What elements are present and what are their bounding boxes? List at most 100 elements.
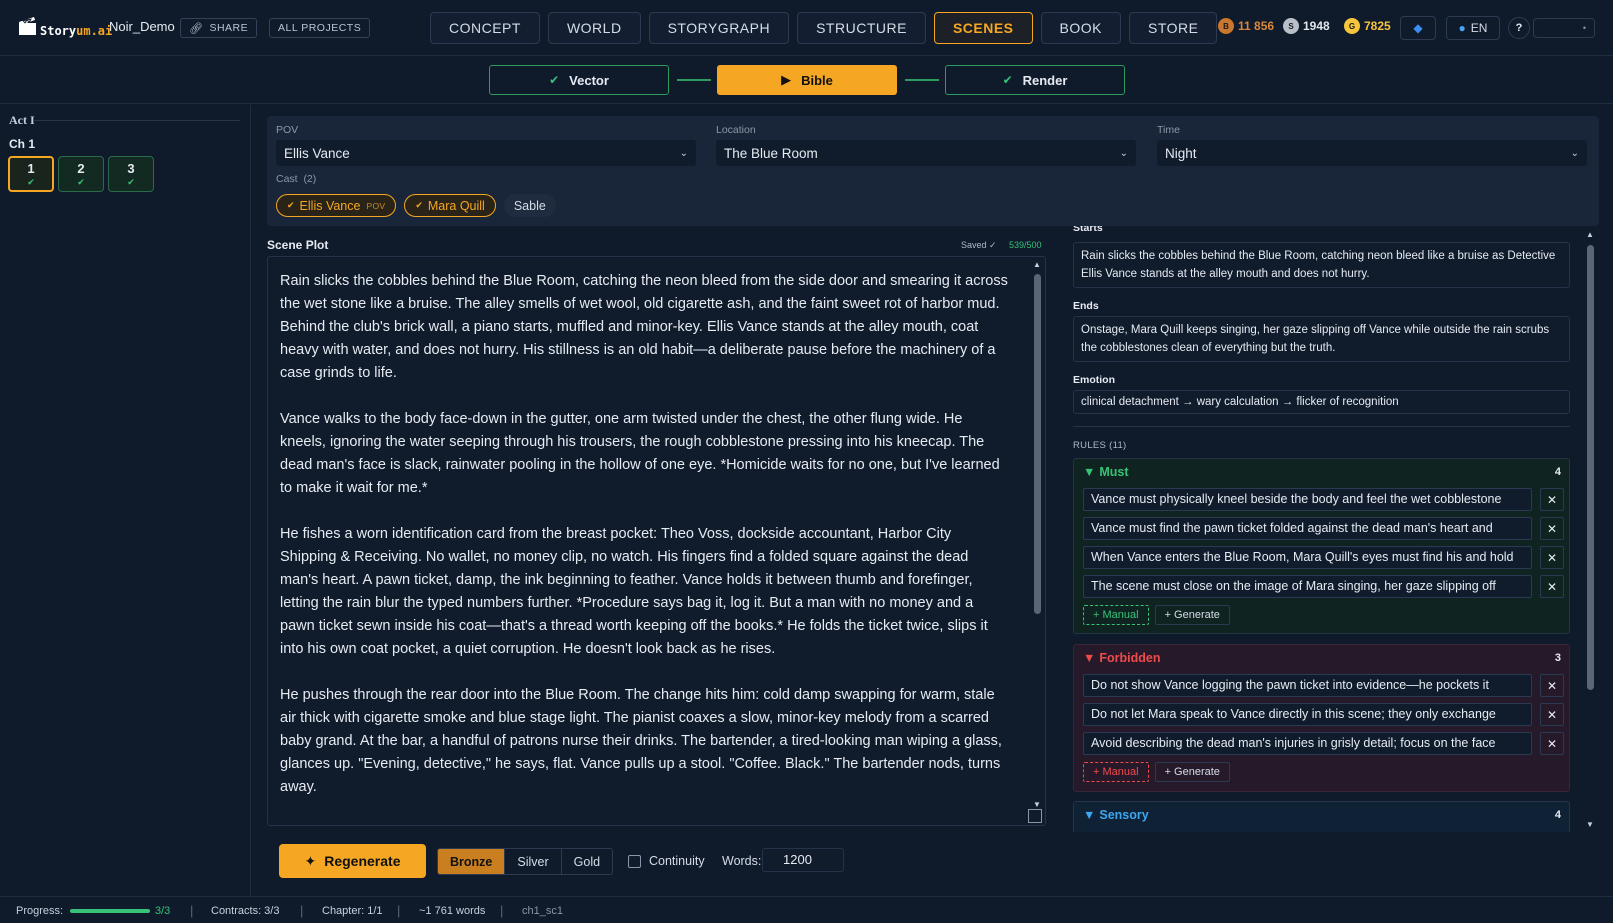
remove-rule-button[interactable]: ✕ xyxy=(1540,703,1564,726)
regenerate-label: Regenerate xyxy=(324,853,401,869)
logo[interactable]: Storyum.ai xyxy=(18,14,112,38)
silver-coin-icon: S xyxy=(1283,18,1299,34)
remove-rule-button[interactable]: ✕ xyxy=(1540,575,1564,598)
cast-chip-mara-quill[interactable]: ✔ Mara Quill xyxy=(404,194,496,217)
rule-input[interactable]: Do not let Mara speak to Vance directly … xyxy=(1083,703,1532,726)
starts-textarea[interactable]: Rain slicks the cobbles behind the Blue … xyxy=(1073,242,1570,288)
regenerate-button[interactable]: ✦ Regenerate xyxy=(279,844,426,878)
bronze-coin-icon: B xyxy=(1218,18,1234,34)
premium-button[interactable]: ◆ xyxy=(1400,16,1436,40)
rule-row: Do not let Mara speak to Vance directly … xyxy=(1083,703,1567,726)
scroll-thumb[interactable] xyxy=(1586,245,1594,690)
scene-plot-text[interactable]: Rain slicks the cobbles behind the Blue … xyxy=(280,270,1010,822)
rule-input[interactable]: When Vance enters the Blue Room, Mara Qu… xyxy=(1083,546,1532,569)
check-icon: ✔ xyxy=(415,200,423,210)
add-manual-rule-button[interactable]: + Manual xyxy=(1083,605,1149,625)
progress-value: 3/3 xyxy=(155,905,171,917)
rules-group-actions: + Manual + Generate xyxy=(1083,762,1230,782)
rules-group-toggle[interactable]: ▼ Sensory xyxy=(1083,808,1149,822)
check-icon: ✔ xyxy=(77,177,85,187)
cast-list: ✔ Ellis Vance POV ✔ Mara Quill Sable xyxy=(276,194,556,217)
pov-select[interactable]: Ellis Vance ⌄ xyxy=(276,140,696,166)
pipeline-step-bible[interactable]: ▶ Bible xyxy=(717,65,897,95)
tab-structure[interactable]: STRUCTURE xyxy=(797,12,926,44)
time-select[interactable]: Night ⌄ xyxy=(1157,140,1587,166)
bible-panel-scrollbar[interactable]: ▲ ▼ xyxy=(1584,230,1596,830)
add-manual-rule-button[interactable]: + Manual xyxy=(1083,762,1149,782)
rule-input[interactable]: The scene must close on the image of Mar… xyxy=(1083,575,1532,598)
pipeline-bar: ✔ Vector ▶ Bible ✔ Render xyxy=(0,57,1613,104)
pipeline-step-render[interactable]: ✔ Render xyxy=(945,65,1125,95)
rules-group-toggle[interactable]: ▼ Forbidden xyxy=(1083,651,1160,665)
cast-label: Cast (2) xyxy=(276,173,317,185)
cast-name: Ellis Vance xyxy=(299,198,361,213)
scene-plot-scrollbar[interactable]: ▲ ▼ xyxy=(1032,260,1042,810)
share-label: SHARE xyxy=(209,22,249,34)
rule-input[interactable]: Vance must physically kneel beside the b… xyxy=(1083,488,1532,511)
scroll-up-icon[interactable]: ▲ xyxy=(1032,260,1042,270)
plot-paragraph: He pushes through the rear door into the… xyxy=(280,687,1002,795)
location-select[interactable]: The Blue Room ⌄ xyxy=(716,140,1136,166)
scene-item-1[interactable]: 1 ✔ xyxy=(8,156,54,192)
cast-chip-ellis-vance[interactable]: ✔ Ellis Vance POV xyxy=(276,194,397,217)
rules-group-count: 4 xyxy=(1554,809,1561,821)
divider xyxy=(34,120,240,121)
rule-input[interactable]: Avoid describing the dead man's injuries… xyxy=(1083,732,1532,755)
tab-storygraph[interactable]: STORYGRAPH xyxy=(648,12,790,44)
check-icon: ✔ xyxy=(1002,73,1013,87)
tab-scenes[interactable]: SCENES xyxy=(933,12,1033,44)
remove-rule-button[interactable]: ✕ xyxy=(1540,488,1564,511)
tier-bronze[interactable]: Bronze xyxy=(438,849,506,874)
rules-group-count: 3 xyxy=(1554,652,1561,664)
tab-concept[interactable]: CONCEPT xyxy=(430,12,540,44)
rules-group-forbidden: ▼ Forbidden 3 Do not show Vance logging … xyxy=(1073,644,1570,792)
all-projects-button[interactable]: ALL PROJECTS xyxy=(269,18,371,38)
location-label: Location xyxy=(716,124,756,136)
scroll-up-icon[interactable]: ▲ xyxy=(1584,230,1596,240)
time-label: Time xyxy=(1157,124,1180,136)
chevron-down-icon: ⌄ xyxy=(1570,147,1579,159)
generate-rule-button[interactable]: + Generate xyxy=(1154,605,1230,625)
scene-item-3[interactable]: 3 ✔ xyxy=(108,156,154,192)
user-menu-button[interactable]: • xyxy=(1533,18,1595,38)
scroll-thumb[interactable] xyxy=(1033,274,1041,614)
help-button[interactable]: ? xyxy=(1508,17,1530,39)
pov-badge: POV xyxy=(366,200,386,211)
share-button[interactable]: 🔗︎ SHARE xyxy=(180,18,258,38)
caret-down-icon: ▼ xyxy=(1083,465,1096,479)
language-button[interactable]: ● EN xyxy=(1446,16,1500,40)
continuity-checkbox[interactable] xyxy=(628,855,641,868)
remove-rule-button[interactable]: ✕ xyxy=(1540,517,1564,540)
tier-silver[interactable]: Silver xyxy=(505,849,562,874)
rules-group-toggle[interactable]: ▼ Must xyxy=(1083,465,1129,479)
chevron-down-icon: ⌄ xyxy=(679,147,688,159)
cast-chip-sable[interactable]: Sable xyxy=(503,194,556,217)
remove-rule-button[interactable]: ✕ xyxy=(1540,546,1564,569)
generate-rule-button[interactable]: + Generate xyxy=(1154,762,1230,782)
emotion-input[interactable]: clinical detachment → wary calculation →… xyxy=(1073,390,1570,414)
rule-input[interactable]: Vance must find the pawn ticket folded a… xyxy=(1083,517,1532,540)
scene-id: ch1_sc1 xyxy=(522,905,563,917)
rule-input[interactable]: Do not show Vance logging the pawn ticke… xyxy=(1083,674,1532,697)
tab-store[interactable]: STORE xyxy=(1128,12,1218,44)
remove-rule-button[interactable]: ✕ xyxy=(1540,674,1564,697)
pov-value: Ellis Vance xyxy=(284,145,350,161)
remove-rule-button[interactable]: ✕ xyxy=(1540,732,1564,755)
ends-label: Ends xyxy=(1073,300,1099,312)
resize-handle-icon[interactable] xyxy=(1028,809,1042,823)
char-count: 539/500 xyxy=(1009,240,1042,250)
tab-book[interactable]: BOOK xyxy=(1040,12,1121,44)
words-input[interactable]: 1200 xyxy=(762,848,844,872)
scene-item-2[interactable]: 2 ✔ xyxy=(58,156,104,192)
rules-group-count: 4 xyxy=(1554,466,1561,478)
ends-textarea[interactable]: Onstage, Mara Quill keeps singing, her g… xyxy=(1073,316,1570,362)
pipeline-step-label: Bible xyxy=(801,72,833,88)
tab-world[interactable]: WORLD xyxy=(547,12,641,44)
tier-gold[interactable]: Gold xyxy=(562,849,612,874)
plot-paragraph: Vance walks to the body face-down in the… xyxy=(280,411,1000,496)
scene-plot-editor[interactable]: Rain slicks the cobbles behind the Blue … xyxy=(267,256,1046,826)
plot-paragraph: He fishes a worn identification card fro… xyxy=(280,526,988,657)
pipeline-step-vector[interactable]: ✔ Vector xyxy=(489,65,669,95)
rule-row: Vance must physically kneel beside the b… xyxy=(1083,488,1567,511)
scroll-down-icon[interactable]: ▼ xyxy=(1584,820,1596,830)
